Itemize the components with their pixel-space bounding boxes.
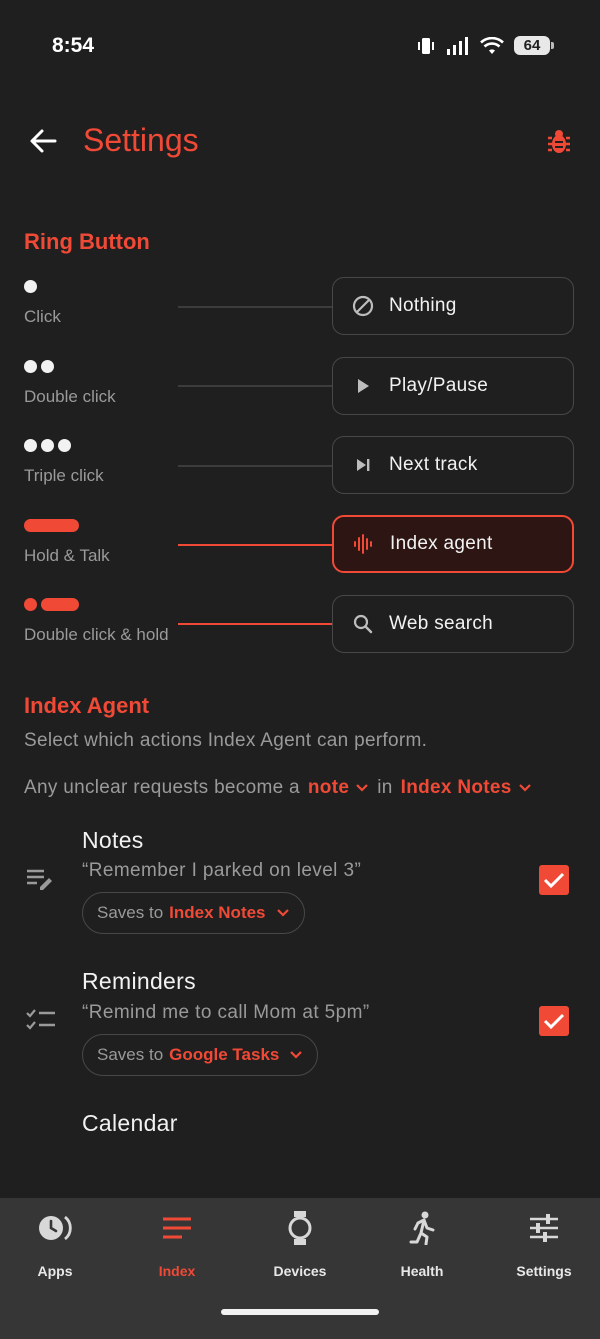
action-label: Nothing bbox=[389, 295, 457, 316]
checklist-icon bbox=[26, 1009, 55, 1030]
play-icon bbox=[351, 374, 375, 398]
notes-checkbox[interactable] bbox=[539, 865, 569, 895]
action-select-double-click-hold[interactable]: Web search bbox=[332, 595, 574, 653]
nav-settings[interactable]: Settings bbox=[484, 1198, 600, 1298]
skip-next-icon bbox=[351, 453, 375, 477]
gesture-label-triple-click: Triple click bbox=[24, 466, 104, 485]
nav-label: Apps bbox=[37, 1263, 73, 1279]
status-icons: 64 bbox=[416, 36, 554, 55]
chevron-down-icon bbox=[276, 909, 289, 917]
saves-prefix: Saves to bbox=[97, 1045, 164, 1064]
gesture-label-click: Click bbox=[24, 307, 61, 326]
nav-index[interactable]: Index bbox=[117, 1198, 237, 1298]
ring-button-heading: Ring Button bbox=[24, 229, 150, 254]
checkmark-icon bbox=[543, 1013, 565, 1030]
checkmark-icon bbox=[543, 872, 565, 889]
chevron-down-icon bbox=[356, 784, 368, 792]
gesture-label-double-click: Double click bbox=[24, 387, 116, 406]
note-type-value: note bbox=[307, 777, 350, 798]
double-dot-icon bbox=[24, 360, 37, 373]
back-arrow-icon[interactable] bbox=[28, 126, 58, 156]
double-dot-icon bbox=[41, 360, 54, 373]
block-icon bbox=[351, 294, 375, 318]
connector-line-active bbox=[178, 544, 332, 546]
hold-pill-icon bbox=[24, 519, 79, 532]
calendar-title: Calendar bbox=[82, 1110, 178, 1136]
nav-health[interactable]: Health bbox=[362, 1198, 482, 1298]
nav-label: Settings bbox=[516, 1263, 572, 1279]
gesture-label-double-click-hold: Double click & hold bbox=[24, 625, 169, 644]
reminders-saves-to-dropdown[interactable]: Saves to Google Tasks bbox=[82, 1034, 319, 1076]
page-title: Settings bbox=[83, 122, 199, 158]
action-label: Next track bbox=[389, 454, 478, 475]
action-select-hold-talk[interactable]: Index agent bbox=[332, 515, 574, 573]
nav-label: Health bbox=[400, 1263, 444, 1279]
unclear-middle: in bbox=[377, 777, 393, 798]
action-select-triple-click[interactable]: Next track bbox=[332, 436, 574, 494]
menu-lines-icon bbox=[159, 1210, 195, 1246]
single-dot-icon bbox=[24, 280, 37, 293]
reminders-example: “Remind me to call Mom at 5pm” bbox=[82, 1002, 370, 1023]
connector-line bbox=[178, 465, 332, 467]
triple-dot-icon bbox=[41, 439, 54, 452]
action-label: Play/Pause bbox=[389, 375, 489, 396]
index-agent-description: Select which actions Index Agent can per… bbox=[24, 730, 428, 751]
vibrate-icon bbox=[418, 37, 434, 54]
chevron-down-icon bbox=[290, 1051, 303, 1059]
sliders-icon bbox=[526, 1210, 562, 1246]
bug-icon[interactable] bbox=[545, 128, 573, 156]
action-label: Index agent bbox=[390, 533, 493, 554]
gesture-label-hold-talk: Hold & Talk bbox=[24, 546, 110, 565]
home-indicator[interactable] bbox=[221, 1309, 379, 1315]
status-time: 8:54 bbox=[52, 34, 95, 57]
notes-example: “Remember I parked on level 3” bbox=[82, 860, 362, 881]
index-agent-heading: Index Agent bbox=[24, 693, 150, 718]
signal-icon bbox=[447, 36, 468, 55]
reminders-checkbox[interactable] bbox=[539, 1006, 569, 1036]
battery-icon: 64 bbox=[514, 36, 554, 55]
action-label: Web search bbox=[389, 613, 494, 634]
voice-wave-icon bbox=[352, 532, 376, 556]
connector-line-active bbox=[178, 623, 332, 625]
dot-pill-icon bbox=[41, 598, 79, 611]
saves-target: Index Notes bbox=[169, 903, 266, 922]
saves-target: Google Tasks bbox=[169, 1045, 280, 1064]
action-select-double-click[interactable]: Play/Pause bbox=[332, 357, 574, 415]
watch-icon bbox=[282, 1210, 318, 1246]
destination-value: Index Notes bbox=[400, 777, 512, 798]
search-icon bbox=[351, 612, 375, 636]
wifi-icon bbox=[480, 36, 504, 54]
connector-line bbox=[178, 306, 332, 308]
reminders-title: Reminders bbox=[82, 968, 196, 994]
nav-label: Index bbox=[158, 1263, 196, 1279]
notes-edit-icon bbox=[27, 869, 52, 890]
notes-saves-to-dropdown[interactable]: Saves to Index Notes bbox=[82, 892, 305, 934]
chevron-down-icon bbox=[518, 784, 531, 792]
running-icon bbox=[404, 1210, 440, 1246]
unclear-prefix: Any unclear requests become a bbox=[24, 777, 300, 798]
nav-devices[interactable]: Devices bbox=[240, 1198, 360, 1298]
connector-line bbox=[178, 385, 332, 387]
triple-dot-icon bbox=[24, 439, 37, 452]
saves-prefix: Saves to bbox=[97, 903, 164, 922]
nav-label: Devices bbox=[273, 1263, 327, 1279]
notes-title: Notes bbox=[82, 827, 144, 853]
apps-clock-icon bbox=[37, 1210, 73, 1246]
nav-apps[interactable]: Apps bbox=[0, 1198, 115, 1298]
triple-dot-icon bbox=[58, 439, 71, 452]
unclear-requests-line: Any unclear requests become a note in In… bbox=[24, 777, 532, 799]
note-type-dropdown[interactable]: note bbox=[308, 777, 369, 799]
action-select-click[interactable]: Nothing bbox=[332, 277, 574, 335]
bottom-navigation: Apps Index Devices Health Settings bbox=[0, 1198, 600, 1339]
destination-dropdown[interactable]: Index Notes bbox=[401, 777, 532, 799]
dot-pill-icon bbox=[24, 598, 37, 611]
